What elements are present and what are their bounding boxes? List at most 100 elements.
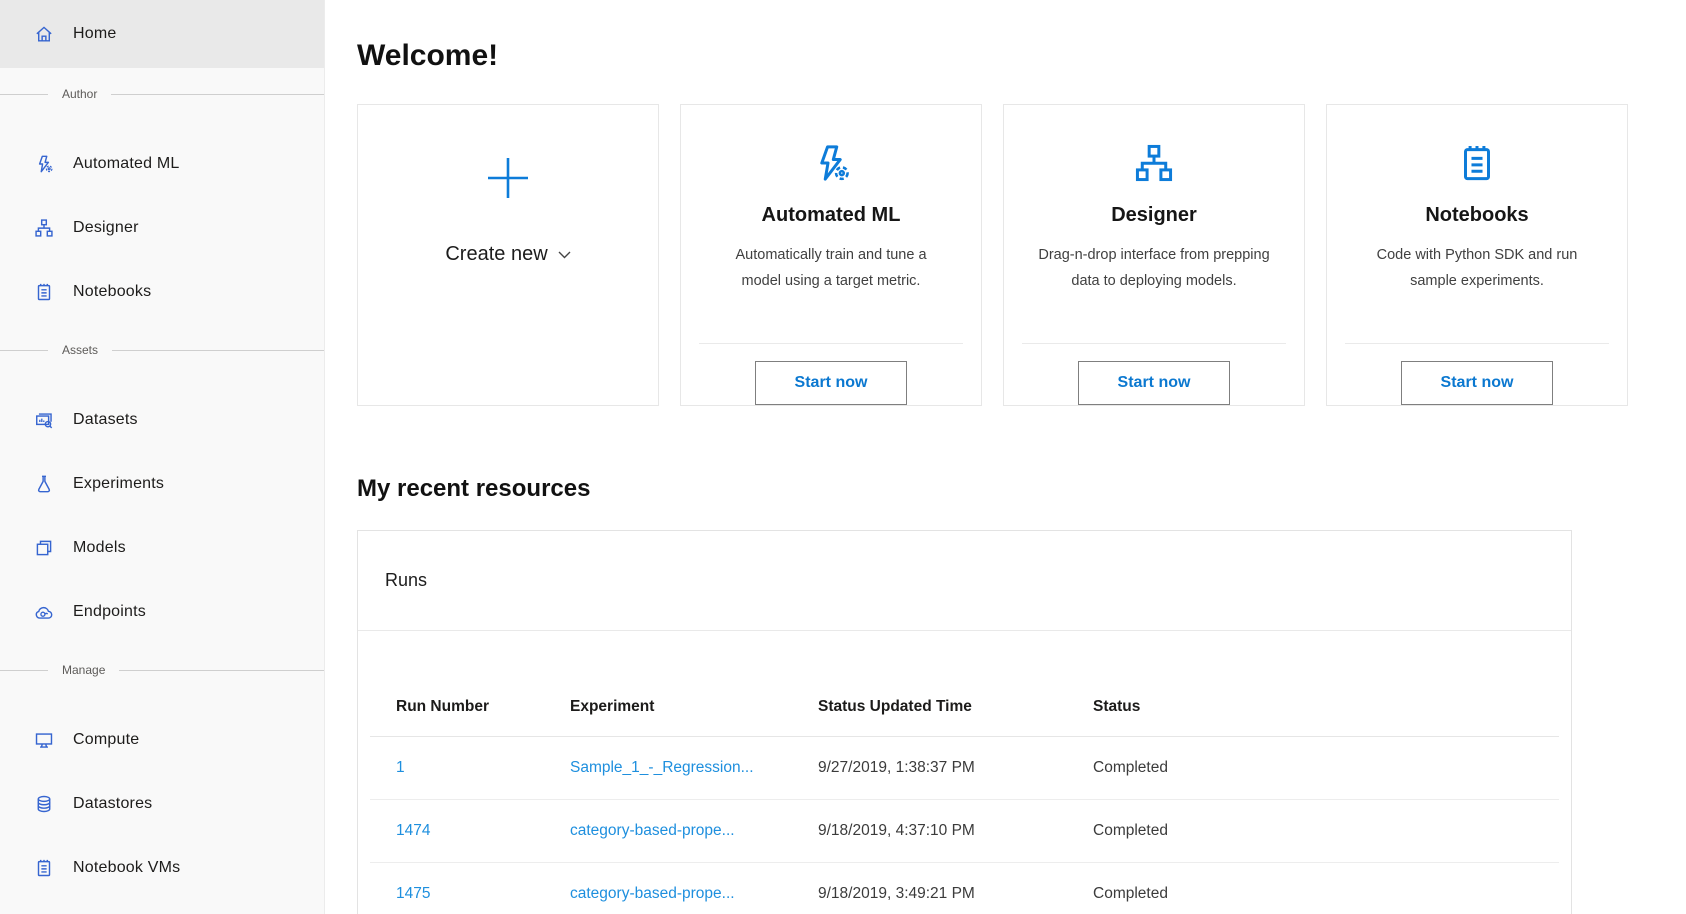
runs-table: Run Number Experiment Status Updated Tim… (370, 631, 1559, 914)
divider-line (111, 94, 324, 95)
section-label: Author (62, 87, 97, 101)
column-header-experiment: Experiment (570, 698, 818, 716)
card-divider (1345, 343, 1609, 344)
sidebar-item-label: Datastores (73, 795, 152, 813)
divider-line (0, 94, 48, 95)
table-row: 1 Sample_1_-_Regression... 9/27/2019, 1:… (370, 737, 1559, 800)
divider-line (119, 670, 324, 671)
datasets-icon (33, 409, 55, 431)
card-footer: Start now (681, 343, 981, 405)
card-description: Code with Python SDK and run sample expe… (1360, 242, 1594, 294)
sidebar-item-notebooks[interactable]: Notebooks (0, 260, 324, 324)
sidebar-item-experiments[interactable]: Experiments (0, 452, 324, 516)
sidebar-item-designer[interactable]: Designer (0, 196, 324, 260)
home-icon (33, 23, 55, 45)
status-updated-time: 9/27/2019, 1:38:37 PM (818, 759, 1093, 777)
automated-ml-icon (808, 140, 854, 186)
card-description: Automatically train and tune a model usi… (714, 242, 948, 294)
main-content: Welcome! Create new (325, 0, 1686, 914)
tab-runs[interactable]: Runs (385, 570, 427, 591)
page-title: Welcome! (357, 38, 1686, 74)
experiment-link[interactable]: category-based-prope... (570, 822, 818, 840)
sidebar-section-manage: Manage (0, 644, 324, 696)
column-header-status: Status (1093, 698, 1559, 716)
sidebar-item-compute[interactable]: Compute (0, 708, 324, 772)
card-title: Notebooks (1425, 202, 1528, 228)
create-new-card[interactable]: Create new (357, 104, 659, 406)
card-divider (1022, 343, 1286, 344)
create-new-label: Create new (445, 243, 547, 266)
sidebar-item-label: Automated ML (73, 155, 179, 173)
notebooks-icon (1454, 140, 1500, 186)
compute-icon (33, 729, 55, 751)
automated-ml-card[interactable]: Automated ML Automatically train and tun… (680, 104, 982, 406)
sidebar-item-label: Designer (73, 219, 139, 237)
sidebar-item-notebook-vms[interactable]: Notebook VMs (0, 836, 324, 900)
status-updated-time: 9/18/2019, 4:37:10 PM (818, 822, 1093, 840)
quick-start-cards: Create new Automated ML Automatically tr… (357, 104, 1686, 406)
status-updated-time: 9/18/2019, 3:49:21 PM (818, 885, 1093, 903)
runs-tab-bar: Runs (358, 531, 1571, 631)
start-now-button-automated-ml[interactable]: Start now (755, 361, 907, 405)
sidebar-item-label: Home (73, 25, 116, 43)
sidebar-section-assets: Assets (0, 324, 324, 376)
endpoints-icon (33, 601, 55, 623)
run-number-link[interactable]: 1475 (396, 885, 570, 903)
sidebar-item-label: Notebooks (73, 283, 151, 301)
notebooks-card[interactable]: Notebooks Code with Python SDK and run s… (1326, 104, 1628, 406)
designer-icon (33, 217, 55, 239)
sidebar-item-label: Experiments (73, 475, 164, 493)
recent-resources-title: My recent resources (357, 474, 1686, 503)
section-label: Assets (62, 343, 98, 357)
sidebar-item-automated-ml[interactable]: Automated ML (0, 132, 324, 196)
run-number-link[interactable]: 1 (396, 759, 570, 777)
sidebar-section-manage-items: Compute Datastores Notebook VMs (0, 696, 324, 900)
section-label: Manage (62, 663, 105, 677)
experiment-link[interactable]: category-based-prope... (570, 885, 818, 903)
sidebar-item-datasets[interactable]: Datasets (0, 388, 324, 452)
card-footer: Start now (1004, 343, 1304, 405)
divider-line (0, 350, 48, 351)
card-description: Drag-n-drop interface from prepping data… (1037, 242, 1271, 294)
azure-ml-studio-home: Home Author Automated ML Designer (0, 0, 1686, 914)
start-now-button-designer[interactable]: Start now (1078, 361, 1230, 405)
sidebar-item-endpoints[interactable]: Endpoints (0, 580, 324, 644)
notebooks-icon (33, 281, 55, 303)
sidebar-item-home[interactable]: Home (0, 0, 324, 68)
sidebar-item-models[interactable]: Models (0, 516, 324, 580)
run-status: Completed (1093, 822, 1559, 840)
run-number-link[interactable]: 1474 (396, 822, 570, 840)
experiment-link[interactable]: Sample_1_-_Regression... (570, 759, 818, 777)
sidebar-item-label: Notebook VMs (73, 859, 180, 877)
datastores-icon (33, 793, 55, 815)
column-header-status-updated-time: Status Updated Time (818, 698, 1093, 716)
start-now-button-notebooks[interactable]: Start now (1401, 361, 1553, 405)
designer-card[interactable]: Designer Drag-n-drop interface from prep… (1003, 104, 1305, 406)
sidebar-item-label: Models (73, 539, 126, 557)
chevron-down-icon[interactable] (558, 251, 571, 259)
card-divider (699, 343, 963, 344)
models-icon (33, 537, 55, 559)
run-status: Completed (1093, 759, 1559, 777)
sidebar-item-label: Endpoints (73, 603, 146, 621)
experiments-icon (33, 473, 55, 495)
sidebar-item-label: Compute (73, 731, 139, 749)
table-row: 1475 category-based-prope... 9/18/2019, … (370, 863, 1559, 914)
card-footer: Start now (1327, 343, 1627, 405)
table-row: 1474 category-based-prope... 9/18/2019, … (370, 800, 1559, 863)
sidebar-section-assets-items: Datasets Experiments Models Endpoints (0, 376, 324, 644)
sidebar: Home Author Automated ML Designer (0, 0, 325, 914)
sidebar-item-datastores[interactable]: Datastores (0, 772, 324, 836)
column-header-run-number: Run Number (396, 698, 570, 716)
sidebar-section-author: Author (0, 68, 324, 120)
run-status: Completed (1093, 885, 1559, 903)
plus-icon (482, 152, 534, 204)
designer-icon (1131, 140, 1177, 186)
sidebar-item-label: Datasets (73, 411, 138, 429)
sidebar-section-author-items: Automated ML Designer Notebooks (0, 120, 324, 324)
recent-resources-panel: Runs Run Number Experiment Status Update… (357, 530, 1572, 914)
table-header-row: Run Number Experiment Status Updated Tim… (370, 631, 1559, 737)
notebook-vms-icon (33, 857, 55, 879)
card-title: Automated ML (762, 202, 901, 228)
automated-ml-icon (33, 153, 55, 175)
